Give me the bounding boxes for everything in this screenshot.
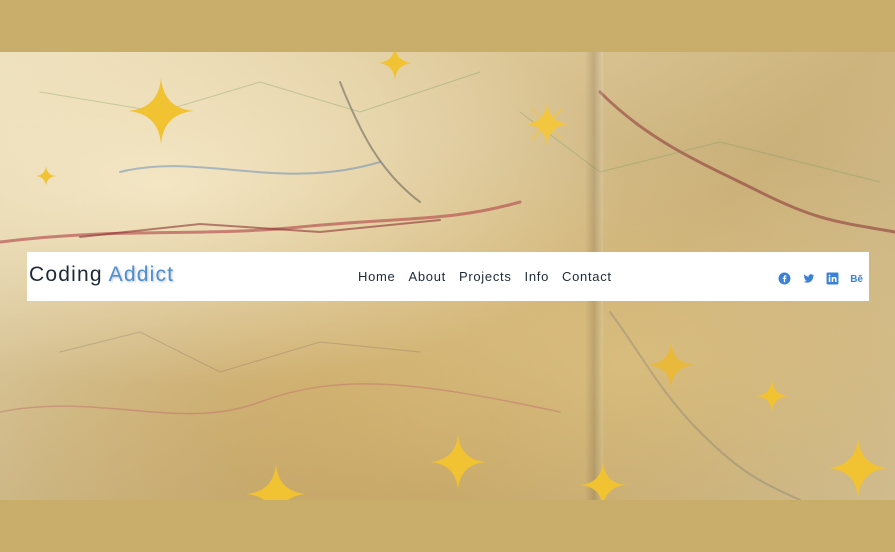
brand-logo-first: Coding — [29, 263, 103, 286]
linkedin-icon — [826, 272, 839, 284]
twitter-icon — [803, 273, 815, 283]
brand-logo[interactable]: Coding Addict — [29, 263, 174, 287]
sparkle-icon — [36, 166, 56, 186]
brand-logo-second: Addict — [108, 263, 175, 286]
sparkle-icon — [756, 380, 788, 412]
sparkle-icon — [430, 434, 486, 490]
nav-link-about[interactable]: About — [408, 269, 445, 284]
nav-link-projects[interactable]: Projects — [459, 269, 512, 284]
sparkle-icon — [648, 342, 694, 388]
sparkle-icon — [128, 78, 194, 144]
nav-links: Home About Projects Info Contact — [358, 269, 612, 284]
nav-link-home[interactable]: Home — [358, 269, 395, 284]
sparkle-icon — [580, 462, 626, 500]
nav-link-info[interactable]: Info — [525, 269, 549, 284]
facebook-link[interactable] — [778, 272, 791, 285]
sparkle-icon — [525, 102, 569, 146]
social-links: Bē — [778, 269, 863, 287]
linkedin-link[interactable] — [826, 272, 839, 285]
sparkle-icon — [828, 438, 888, 498]
sparkle-icon — [378, 52, 412, 80]
nav-link-contact[interactable]: Contact — [562, 269, 612, 284]
behance-link[interactable]: Bē — [850, 269, 863, 287]
behance-icon: Bē — [850, 274, 863, 285]
facebook-icon — [778, 272, 791, 284]
twitter-link[interactable] — [802, 272, 815, 285]
navbar: Coding Addict Home About Projects Info C… — [27, 252, 869, 301]
sparkle-icon — [246, 464, 306, 500]
